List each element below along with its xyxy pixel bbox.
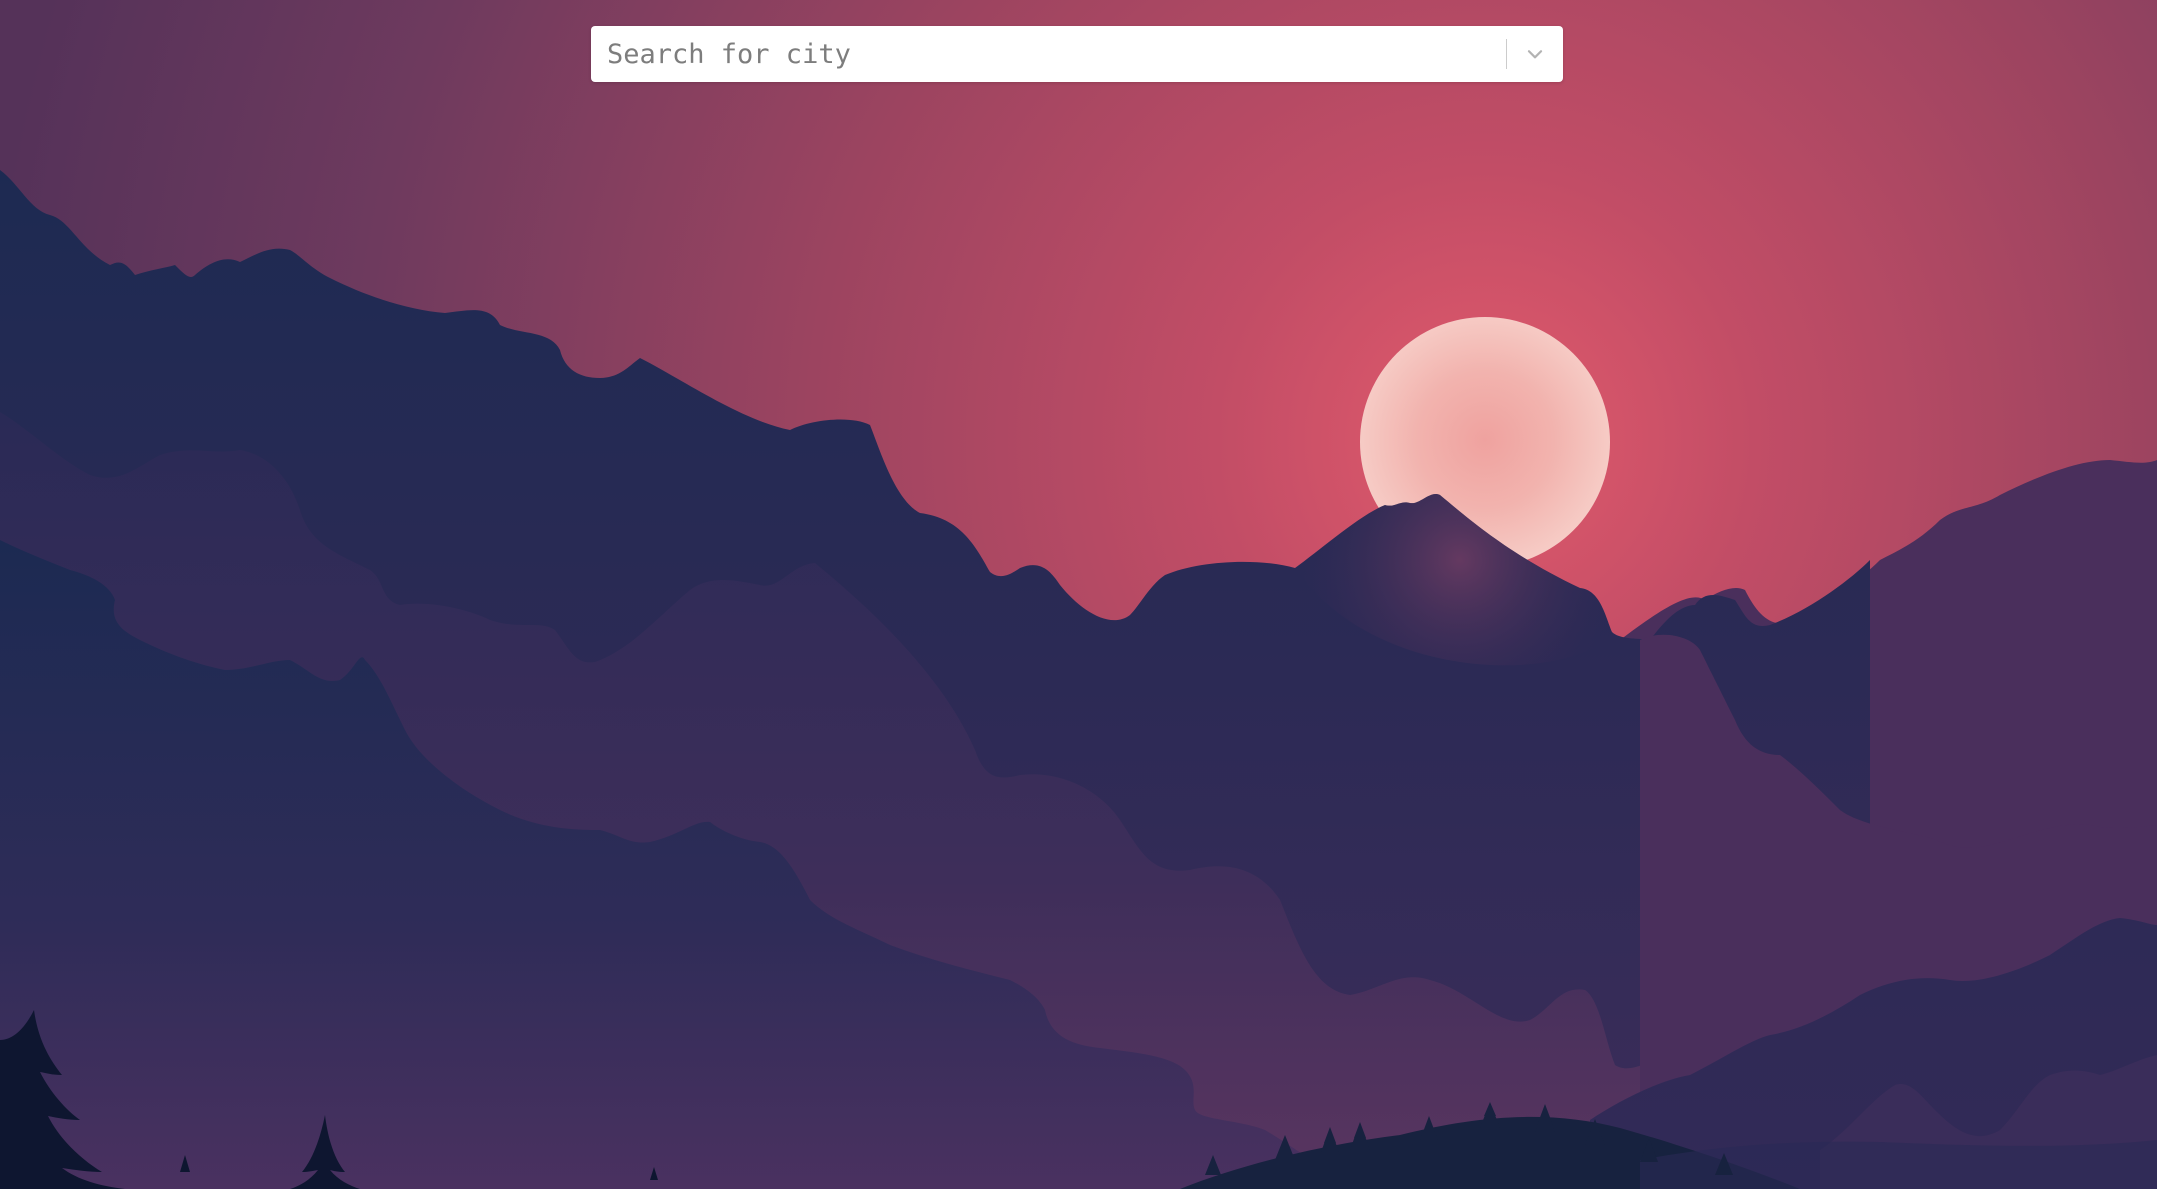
dropdown-toggle-button[interactable]	[1507, 26, 1563, 82]
search-input[interactable]	[591, 26, 1506, 82]
sunset-mountain-illustration	[0, 0, 2157, 1189]
chevron-down-icon	[1527, 50, 1543, 59]
city-search-select[interactable]	[591, 26, 1563, 82]
background-landscape	[0, 0, 2157, 1189]
